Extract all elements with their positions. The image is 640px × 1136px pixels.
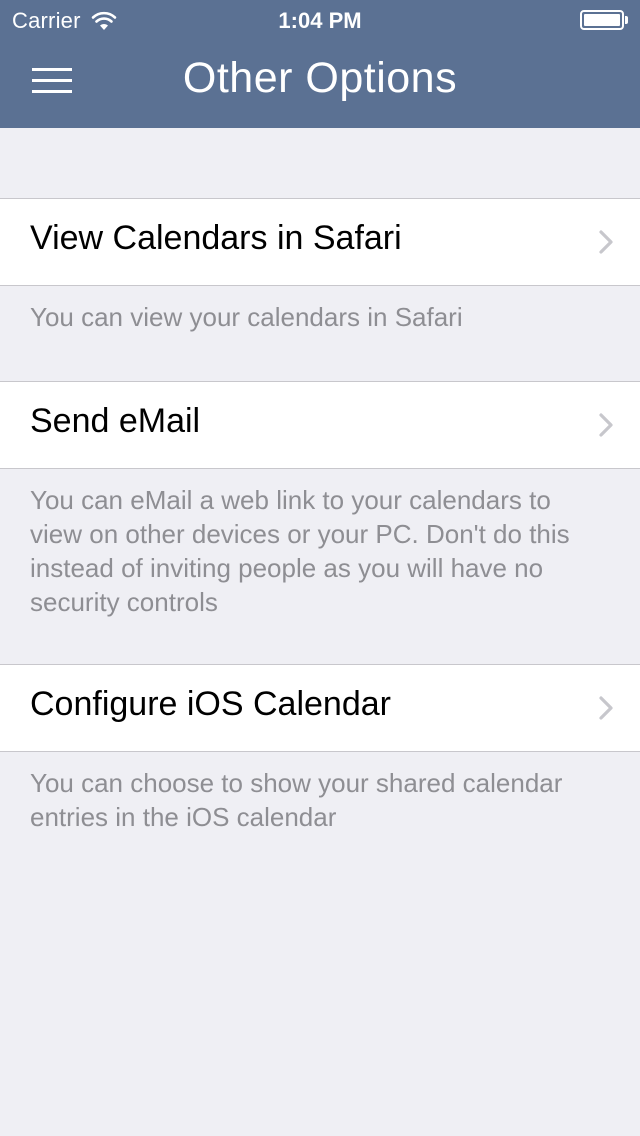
option-label: Send eMail bbox=[30, 402, 201, 440]
battery-icon bbox=[580, 10, 628, 30]
navigation-header: Carrier 1:04 PM Other Options bbox=[0, 0, 640, 128]
option-view-calendars-safari[interactable]: View Calendars in Safari bbox=[0, 198, 640, 286]
option-label: Configure iOS Calendar bbox=[30, 685, 391, 723]
chevron-right-icon bbox=[599, 230, 613, 254]
chevron-right-icon bbox=[599, 696, 613, 720]
option-send-email[interactable]: Send eMail bbox=[0, 381, 640, 469]
option-footer-text: You can choose to show your shared calen… bbox=[30, 768, 563, 832]
status-time: 1:04 PM bbox=[278, 8, 362, 33]
chevron-right-icon bbox=[599, 413, 613, 437]
option-footer-text: You can eMail a web link to your calenda… bbox=[30, 485, 570, 617]
options-list: View Calendars in Safari You can view yo… bbox=[0, 128, 640, 1136]
option-label: View Calendars in Safari bbox=[30, 219, 402, 257]
page-title: Other Options bbox=[182, 54, 458, 102]
option-configure-ios-calendar[interactable]: Configure iOS Calendar bbox=[0, 664, 640, 752]
status-bar: Carrier 1:04 PM bbox=[0, 0, 640, 40]
option-footer-text: You can view your calendars in Safari bbox=[30, 302, 463, 332]
